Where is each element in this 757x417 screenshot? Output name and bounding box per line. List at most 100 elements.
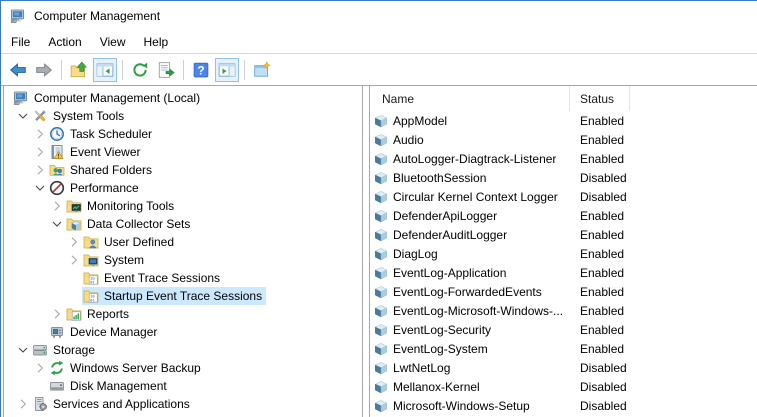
session-name-cell: EventLog-System bbox=[370, 342, 570, 356]
up-one-level-button[interactable] bbox=[67, 58, 91, 82]
tree-item-event-trace-sessions[interactable]: 1001Event Trace Sessions bbox=[4, 269, 362, 287]
trace-session-cube-icon bbox=[374, 323, 388, 337]
menu-help[interactable]: Help bbox=[135, 32, 178, 52]
session-name: DefenderAuditLogger bbox=[393, 228, 507, 242]
tree-item-data-collector-sets[interactable]: Data Collector Sets bbox=[4, 215, 362, 233]
chevron-collapsed-icon[interactable] bbox=[31, 360, 48, 376]
tree-item-startup-event-trace-sessions[interactable]: 1001Startup Event Trace Sessions bbox=[4, 287, 362, 305]
export-list-button[interactable] bbox=[154, 58, 178, 82]
chevron-collapsed-icon[interactable] bbox=[48, 198, 65, 214]
session-status: Enabled bbox=[570, 285, 630, 299]
toolbar-separator bbox=[244, 60, 245, 80]
chevron-collapsed-icon[interactable] bbox=[65, 234, 82, 250]
session-status: Disabled bbox=[570, 361, 630, 375]
new-window-button[interactable] bbox=[250, 58, 274, 82]
list-row-mellanox-kernel[interactable]: Mellanox-KernelDisabled bbox=[370, 377, 757, 396]
tree-item-windows-server-backup[interactable]: Windows Server Backup bbox=[4, 359, 362, 377]
forward-button[interactable] bbox=[32, 58, 56, 82]
event-trace-sessions-folder-icon: 1001 bbox=[83, 288, 99, 304]
computer-management-window: Computer Management FileActionViewHelp ?… bbox=[0, 0, 757, 417]
list-row-appmodel[interactable]: AppModelEnabled bbox=[370, 111, 757, 130]
session-name-cell: Audio bbox=[370, 133, 570, 147]
tree-item-content: Monitoring Tools bbox=[65, 197, 178, 215]
shared-folders-icon bbox=[49, 162, 65, 178]
tree-item-label: Windows Server Backup bbox=[70, 361, 201, 375]
list-body: AppModelEnabledAudioEnabledAutoLogger-Di… bbox=[370, 111, 757, 415]
trace-session-cube-icon bbox=[374, 114, 388, 128]
chevron-collapsed-icon[interactable] bbox=[48, 306, 65, 322]
session-name-cell: EventLog-Application bbox=[370, 266, 570, 280]
tree-item-services-and-applications[interactable]: Services and Applications bbox=[4, 395, 362, 413]
monitoring-tools-folder-icon bbox=[66, 198, 82, 214]
tree-item-label: Data Collector Sets bbox=[87, 217, 190, 231]
tree-item-reports[interactable]: Reports bbox=[4, 305, 362, 323]
session-name: EventLog-Security bbox=[393, 323, 491, 337]
list-row-eventlog-security[interactable]: EventLog-SecurityEnabled bbox=[370, 320, 757, 339]
list-row-microsoft-windows-setup[interactable]: Microsoft-Windows-SetupDisabled bbox=[370, 396, 757, 415]
list-row-eventlog-system[interactable]: EventLog-SystemEnabled bbox=[370, 339, 757, 358]
tree-item-event-viewer[interactable]: Event Viewer bbox=[4, 143, 362, 161]
menu-action[interactable]: Action bbox=[39, 32, 90, 52]
list-row-eventlog-application[interactable]: EventLog-ApplicationEnabled bbox=[370, 263, 757, 282]
tree-item-content: Reports bbox=[65, 305, 133, 323]
tree-item-label: Performance bbox=[70, 181, 139, 195]
list-row-circular-kernel-context-logger[interactable]: Circular Kernel Context LoggerDisabled bbox=[370, 187, 757, 206]
tree-item-device-manager[interactable]: Device Manager bbox=[4, 323, 362, 341]
menu-view[interactable]: View bbox=[91, 32, 135, 52]
menu-file[interactable]: File bbox=[2, 32, 39, 52]
chevron-expanded-icon[interactable] bbox=[14, 342, 31, 358]
show-console-tree-button[interactable] bbox=[93, 58, 117, 82]
tree-item-system-tools[interactable]: System Tools bbox=[4, 107, 362, 125]
chevron-expanded-icon[interactable] bbox=[48, 216, 65, 232]
chevron-collapsed-icon[interactable] bbox=[31, 162, 48, 178]
session-status: Enabled bbox=[570, 152, 630, 166]
session-status: Enabled bbox=[570, 209, 630, 223]
trace-session-cube-icon bbox=[374, 209, 388, 223]
tree-item-system[interactable]: System bbox=[4, 251, 362, 269]
tree-item-content: Computer Management (Local) bbox=[12, 89, 204, 107]
tree-item-disk-management[interactable]: Disk Management bbox=[4, 377, 362, 395]
system-tools-icon bbox=[32, 108, 48, 124]
tree-item-user-defined[interactable]: User Defined bbox=[4, 233, 362, 251]
list-row-audio[interactable]: AudioEnabled bbox=[370, 130, 757, 149]
column-header-status[interactable]: Status bbox=[570, 86, 630, 111]
list-row-lwtnetlog[interactable]: LwtNetLogDisabled bbox=[370, 358, 757, 377]
svg-text:?: ? bbox=[197, 63, 204, 77]
list-row-bluetoothsession[interactable]: BluetoothSessionDisabled bbox=[370, 168, 757, 187]
tree-item-label: Shared Folders bbox=[70, 163, 152, 177]
tree-item-content: Services and Applications bbox=[31, 395, 194, 413]
tree-item-computer-management-local[interactable]: Computer Management (Local) bbox=[4, 89, 362, 107]
chevron-collapsed-icon[interactable] bbox=[14, 396, 31, 412]
session-name: DefenderApiLogger bbox=[393, 209, 497, 223]
trace-session-cube-icon bbox=[374, 285, 388, 299]
chevron-expanded-icon[interactable] bbox=[31, 180, 48, 196]
tree-item-monitoring-tools[interactable]: Monitoring Tools bbox=[4, 197, 362, 215]
list-row-eventlog-microsoft-windows[interactable]: EventLog-Microsoft-Windows-...Enabled bbox=[370, 301, 757, 320]
back-button[interactable] bbox=[6, 58, 30, 82]
chevron-collapsed-icon[interactable] bbox=[31, 144, 48, 160]
list-row-autologger-diagtrack-listener[interactable]: AutoLogger-Diagtrack-ListenerEnabled bbox=[370, 149, 757, 168]
chevron-collapsed-icon[interactable] bbox=[31, 126, 48, 142]
tree-item-shared-folders[interactable]: Shared Folders bbox=[4, 161, 362, 179]
help-button[interactable]: ? bbox=[189, 58, 213, 82]
export-list-icon bbox=[157, 61, 175, 79]
tree-item-storage[interactable]: Storage bbox=[4, 341, 362, 359]
list-row-defenderapilogger[interactable]: DefenderApiLogger Enabled bbox=[370, 206, 757, 225]
list-row-eventlog-forwardedevents[interactable]: EventLog-ForwardedEventsEnabled bbox=[370, 282, 757, 301]
tree-item-label: Disk Management bbox=[70, 379, 167, 393]
tree-item-performance[interactable]: Performance bbox=[4, 179, 362, 197]
list-row-diaglog[interactable]: DiagLogEnabled bbox=[370, 244, 757, 263]
chevron-collapsed-icon[interactable] bbox=[65, 252, 82, 268]
show-action-pane-button[interactable] bbox=[215, 58, 239, 82]
title-bar[interactable]: Computer Management bbox=[1, 1, 757, 30]
refresh-button[interactable] bbox=[128, 58, 152, 82]
chevron-expanded-icon[interactable] bbox=[14, 108, 31, 124]
details-pane: NameStatus AppModelEnabledAudioEnabledAu… bbox=[369, 86, 757, 417]
session-name: Audio bbox=[393, 133, 424, 147]
session-status: Enabled bbox=[570, 342, 630, 356]
list-row-defenderauditlogger[interactable]: DefenderAuditLoggerEnabled bbox=[370, 225, 757, 244]
tree-item-task-scheduler[interactable]: Task Scheduler bbox=[4, 125, 362, 143]
tree-item-content: 1001Event Trace Sessions bbox=[82, 269, 224, 287]
new-window-icon bbox=[253, 61, 271, 79]
column-header-name[interactable]: Name bbox=[370, 86, 570, 111]
